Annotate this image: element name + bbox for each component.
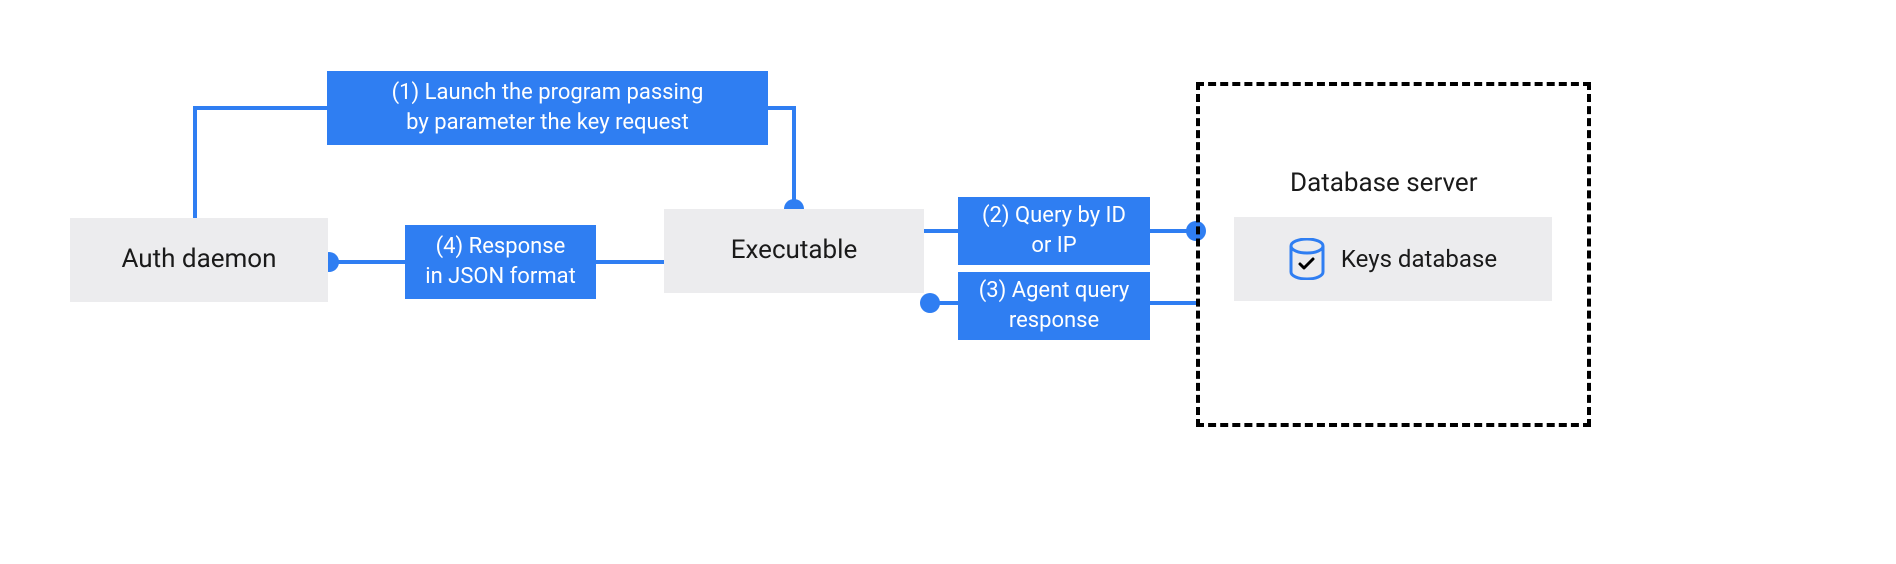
node-keys-database: Keys database [1234,217,1552,301]
step-3-agent-response: (3) Agent query response [958,272,1150,340]
step-2-query: (2) Query by ID or IP [958,197,1150,265]
database-icon [1289,238,1325,280]
node-label: Executable [731,234,858,268]
node-executable: Executable [664,209,924,293]
database-server-title: Database server [1290,168,1478,198]
node-auth-daemon: Auth daemon [70,218,328,302]
step-1-launch: (1) Launch the program passing by parame… [327,71,768,145]
node-label: Auth daemon [121,243,276,277]
step-label: (3) Agent query response [979,276,1130,335]
step-4-response: (4) Response in JSON format [405,225,596,299]
keys-database-label: Keys database [1341,245,1497,273]
step-label: (1) Launch the program passing by parame… [392,78,704,137]
step-label: (2) Query by ID or IP [982,201,1126,260]
step-label: (4) Response in JSON format [425,232,576,291]
